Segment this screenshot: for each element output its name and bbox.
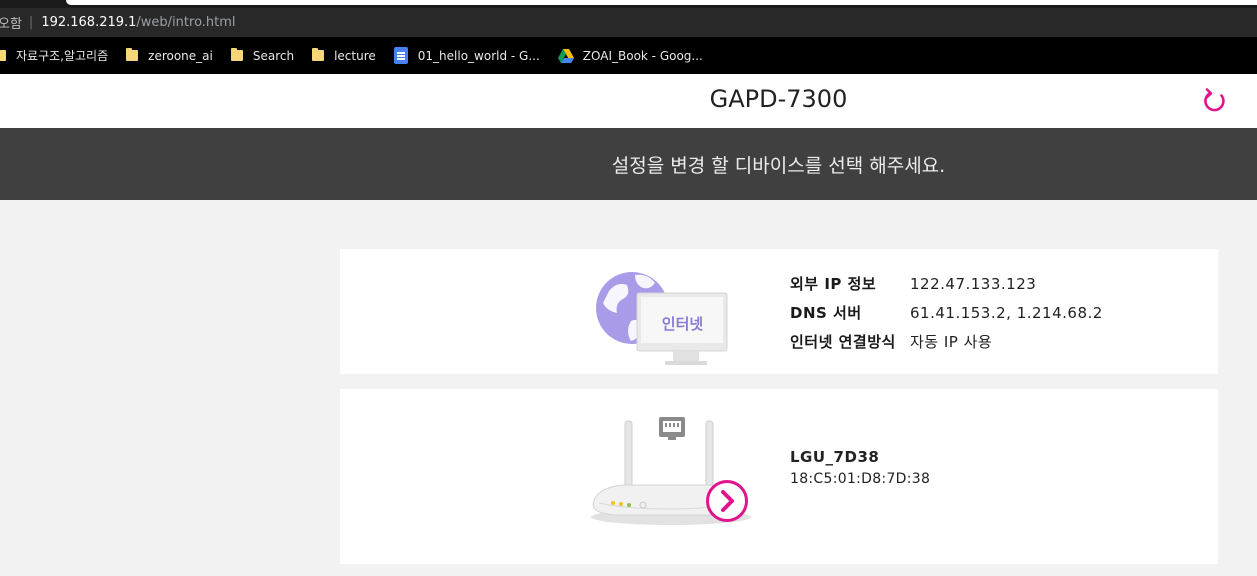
info-value: 61.41.153.2, 1.214.68.2 bbox=[910, 303, 1103, 322]
bookmark-label: lecture bbox=[334, 48, 376, 63]
internet-info-table: 외부 IP 정보 122.47.133.123 DNS 서버 61.41.153… bbox=[790, 269, 1103, 356]
info-label: 인터넷 연결방식 bbox=[790, 333, 896, 351]
page-title: GAPD-7300 bbox=[709, 85, 848, 113]
bookmarks-bar: 자료구조,알고리즘 zeroone_ai Search lecture 01_h… bbox=[0, 37, 1257, 74]
url-host[interactable]: 192.168.219.1 bbox=[41, 15, 136, 30]
bookmark-label: ZOAI_Book - Goog... bbox=[582, 48, 703, 63]
monitor-label: 인터넷 bbox=[661, 315, 704, 333]
address-separator: | bbox=[28, 15, 34, 30]
active-tab-edge bbox=[66, 0, 1257, 5]
refresh-icon[interactable] bbox=[1201, 87, 1229, 115]
info-value: 122.47.133.123 bbox=[910, 274, 1037, 293]
device-name: LGU_7D38 bbox=[790, 448, 880, 466]
bookmark-item[interactable]: 자료구조,알고리즘 bbox=[0, 47, 108, 64]
folder-icon bbox=[312, 48, 325, 61]
page-header: GAPD-7300 bbox=[0, 74, 1257, 128]
bookmark-item[interactable]: lecture bbox=[312, 48, 376, 63]
bookmark-item[interactable]: Search bbox=[230, 48, 295, 63]
google-docs-icon bbox=[393, 47, 408, 64]
info-label: 외부 IP 정보 bbox=[790, 275, 877, 293]
bookmark-item[interactable]: 01_hello_world - G... bbox=[393, 47, 540, 64]
url-path[interactable]: /web/intro.html bbox=[136, 15, 235, 30]
device-info: LGU_7D38 18:C5:01:D8:7D:38 bbox=[790, 448, 930, 487]
device-mac-address: 18:C5:01:D8:7D:38 bbox=[790, 471, 931, 487]
security-label[interactable]: 오함 bbox=[0, 13, 22, 32]
info-value: 자동 IP 사용 bbox=[910, 333, 993, 351]
banner-text: 설정을 변경 할 디바이스를 선택 해주세요. bbox=[611, 154, 946, 177]
device-card[interactable]: LGU_7D38 18:C5:01:D8:7D:38 bbox=[340, 389, 1218, 564]
info-row-external-ip: 외부 IP 정보 122.47.133.123 bbox=[790, 269, 1103, 298]
internet-status-card: 인터넷 외부 IP 정보 122.47.133.123 DNS 서버 61.41… bbox=[340, 249, 1218, 374]
instruction-banner: 설정을 변경 할 디바이스를 선택 해주세요. bbox=[0, 128, 1257, 200]
bookmark-label: 01_hello_world - G... bbox=[417, 48, 540, 63]
info-row-connection-type: 인터넷 연결방식 자동 IP 사용 bbox=[790, 327, 1103, 356]
bookmark-label: zeroone_ai bbox=[148, 48, 213, 63]
folder-icon bbox=[230, 48, 243, 61]
bookmark-item[interactable]: zeroone_ai bbox=[126, 48, 213, 63]
info-label: DNS 서버 bbox=[790, 304, 862, 322]
bookmark-label: Search bbox=[252, 48, 295, 63]
bookmark-item[interactable]: ZOAI_Book - Goog... bbox=[557, 48, 703, 63]
info-row-dns: DNS 서버 61.41.153.2, 1.214.68.2 bbox=[790, 298, 1103, 327]
chevron-right-icon[interactable] bbox=[705, 479, 749, 523]
folder-icon bbox=[0, 50, 6, 61]
folder-icon bbox=[126, 48, 139, 61]
address-bar[interactable]: 오함 | 192.168.219.1/web/intro.html bbox=[0, 8, 1257, 37]
browser-tab-strip bbox=[0, 0, 1257, 8]
bookmark-label: 자료구조,알고리즘 bbox=[16, 49, 109, 63]
google-drive-icon bbox=[557, 48, 574, 63]
